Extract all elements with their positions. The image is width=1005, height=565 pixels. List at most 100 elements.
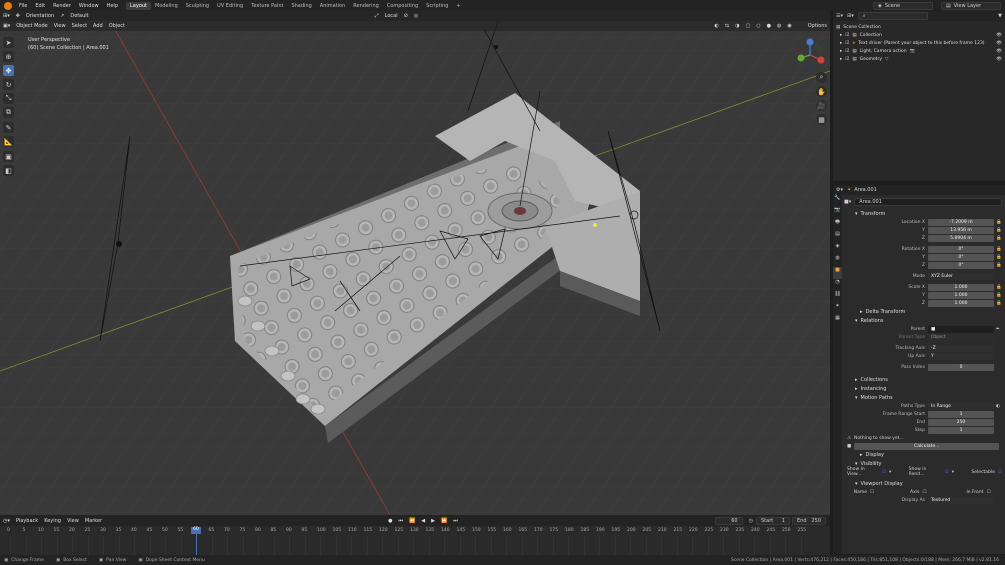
location-y-field[interactable]: 13.956 m xyxy=(928,226,994,234)
expand-arrow-icon[interactable]: ▸ xyxy=(840,33,842,38)
end-frame-field[interactable]: End 250 xyxy=(792,516,826,525)
rotation-y-field[interactable]: 0° xyxy=(928,253,994,261)
rotate-tool-icon[interactable]: ↻ xyxy=(3,79,14,90)
jump-start-icon[interactable]: ⏮ xyxy=(396,518,407,524)
checkbox-icon[interactable]: ☑ xyxy=(845,49,849,54)
collections-panel-header[interactable]: ▸ Collections xyxy=(844,375,1002,384)
lock-icon[interactable]: 🔒 xyxy=(996,263,1002,268)
workspace-tab-texture-paint[interactable]: Texture Paint xyxy=(247,2,287,10)
properties-editor-icon[interactable]: ⚙▾ xyxy=(836,187,843,193)
expand-arrow-icon[interactable]: ▸ xyxy=(840,49,842,54)
outliner-editor-icon[interactable]: ☰▾ xyxy=(836,13,843,19)
dropdown-icon[interactable]: ▾ xyxy=(889,470,891,475)
current-frame-field[interactable]: 60 xyxy=(714,516,743,525)
checkbox-icon[interactable]: ☑ xyxy=(845,57,849,62)
axis-checkbox[interactable]: ☐ xyxy=(922,490,926,495)
eyedropper-icon[interactable]: ✒ xyxy=(996,327,1000,332)
workspace-tab-layout[interactable]: Layout xyxy=(126,1,151,10)
object-name-field[interactable]: Area.001 xyxy=(854,197,1002,206)
constraints-tab-icon[interactable]: ⛓ xyxy=(833,291,842,303)
texture-tab-icon[interactable]: ▦ xyxy=(833,315,842,327)
menu-keying[interactable]: Keying xyxy=(41,518,64,524)
location-x-field[interactable]: -7.2009 m xyxy=(928,218,994,226)
data-tab-icon[interactable]: ✶ xyxy=(833,303,842,315)
snap-icon[interactable]: ⊘ xyxy=(401,13,411,19)
expand-arrow-icon[interactable]: ▸ xyxy=(840,41,842,46)
visibility-eye-icon[interactable]: 👁 xyxy=(996,41,1002,46)
shading-wireframe-icon[interactable]: ○ xyxy=(753,23,763,29)
cursor-tool-icon[interactable]: ⊕ xyxy=(3,51,14,62)
filter-icon[interactable]: ▼ xyxy=(998,13,1002,19)
scale-x-field[interactable]: 1.000 xyxy=(928,283,994,291)
gizmo-x-icon[interactable] xyxy=(817,56,825,64)
editor-type-3d-icon[interactable]: ▣▾ xyxy=(0,23,13,29)
jump-end-icon[interactable]: ⏭ xyxy=(450,518,461,524)
viewport-display-panel-header[interactable]: ▾ Viewport Display xyxy=(844,479,1002,488)
frame-step-field[interactable]: 1 xyxy=(928,426,994,434)
workspace-tab-uv-editing[interactable]: UV Editing xyxy=(213,2,247,10)
workspace-tab-scripting[interactable]: Scripting xyxy=(422,2,452,10)
preview-range-icon[interactable]: ◷ xyxy=(749,518,753,524)
tracking-axis-dropdown[interactable]: -Z xyxy=(928,344,994,352)
blender-logo-icon[interactable] xyxy=(4,1,12,10)
lock-icon[interactable]: 🔒 xyxy=(996,293,1002,298)
name-checkbox[interactable]: ☐ xyxy=(870,490,874,495)
frame-end-field[interactable]: 250 xyxy=(928,418,994,426)
pan-hand-icon[interactable]: ✋ xyxy=(816,86,827,97)
lock-icon[interactable]: 🔒 xyxy=(996,255,1002,260)
instancing-panel-header[interactable]: ▸ Instancing xyxy=(844,384,1002,393)
add-workspace-button[interactable]: + xyxy=(452,2,464,10)
relations-panel-header[interactable]: ▾ Relations xyxy=(844,316,1002,325)
tool-tab-icon[interactable]: 🔧 xyxy=(833,195,842,207)
view-layer-selector[interactable]: ▤ View Layer xyxy=(941,1,1001,10)
menu-window[interactable]: Window xyxy=(75,3,103,9)
shading-solid-icon[interactable]: ● xyxy=(764,23,774,29)
menu-add[interactable]: Add xyxy=(90,23,106,29)
rotation-z-field[interactable]: 0° xyxy=(928,261,994,269)
up-axis-dropdown[interactable]: Y xyxy=(928,352,994,360)
preset-icon[interactable]: ◐ xyxy=(996,404,1000,409)
selectable-checkbox[interactable]: ☑ xyxy=(998,470,1002,475)
camera-view-icon[interactable]: 🎥 xyxy=(816,100,827,111)
location-z-field[interactable]: 5.8904 m xyxy=(928,234,994,242)
display-subpanel-header[interactable]: ▸ Display xyxy=(844,450,1002,459)
next-key-icon[interactable]: ⏩ xyxy=(438,518,450,524)
timeline-editor-icon[interactable]: ◷▾ xyxy=(0,518,13,524)
expand-arrow-icon[interactable]: ▸ xyxy=(840,57,842,62)
shading-rendered-icon[interactable]: ◉ xyxy=(784,23,794,29)
gizmo-toggle-icon[interactable]: ⇆ xyxy=(722,23,732,29)
lock-icon[interactable]: 🔒 xyxy=(996,236,1002,241)
workspace-tab-rendering[interactable]: Rendering xyxy=(349,2,383,10)
paths-type-dropdown[interactable]: In Range xyxy=(928,402,994,410)
scene-tab-icon[interactable]: ◈ xyxy=(833,243,842,255)
menu-object[interactable]: Object xyxy=(106,23,128,29)
ortho-toggle-icon[interactable]: ▦ xyxy=(816,114,827,125)
xray-toggle-icon[interactable]: ▢ xyxy=(742,23,753,29)
scale-y-field[interactable]: 1.000 xyxy=(928,291,994,299)
pivot-dropdown[interactable]: Local xyxy=(382,13,401,19)
play-icon[interactable]: ▶ xyxy=(428,518,438,524)
checkbox-icon[interactable]: ☑ xyxy=(845,41,849,46)
workspace-tab-animation[interactable]: Animation xyxy=(316,2,350,10)
select-tool-icon[interactable]: ➤ xyxy=(3,37,14,48)
move-tool-icon[interactable]: ✥ xyxy=(3,65,14,76)
zoom-icon[interactable]: ⌕ xyxy=(816,72,827,83)
scene-selector[interactable]: ◈ Scene xyxy=(873,1,933,10)
record-icon[interactable]: ● xyxy=(385,518,395,524)
parent-type-dropdown[interactable]: Object xyxy=(928,333,994,341)
pass-index-field[interactable]: 0 xyxy=(928,363,994,371)
mode-dropdown[interactable]: Object Mode xyxy=(13,23,51,29)
physics-tab-icon[interactable]: ◔ xyxy=(833,279,842,291)
view-layer-tab-icon[interactable]: ▤ xyxy=(833,231,842,243)
view-object-types-icon[interactable]: ◐ xyxy=(712,23,722,29)
gizmo-y-icon[interactable] xyxy=(797,54,805,62)
transform-panel-header[interactable]: ▾ Transform xyxy=(844,209,1002,218)
proportional-edit-icon[interactable]: ◎ xyxy=(411,13,421,19)
lock-icon[interactable]: 🔒 xyxy=(996,301,1002,306)
show-in-render-checkbox[interactable]: ☑ xyxy=(945,470,949,475)
workspace-tab-shading[interactable]: Shading xyxy=(287,2,315,10)
outliner-row-scene-collection[interactable]: ▤ Scene Collection xyxy=(836,23,1002,31)
lock-icon[interactable]: 🔒 xyxy=(996,285,1002,290)
start-frame-field[interactable]: Start 1 xyxy=(756,516,790,525)
3d-viewport[interactable] xyxy=(0,11,830,515)
